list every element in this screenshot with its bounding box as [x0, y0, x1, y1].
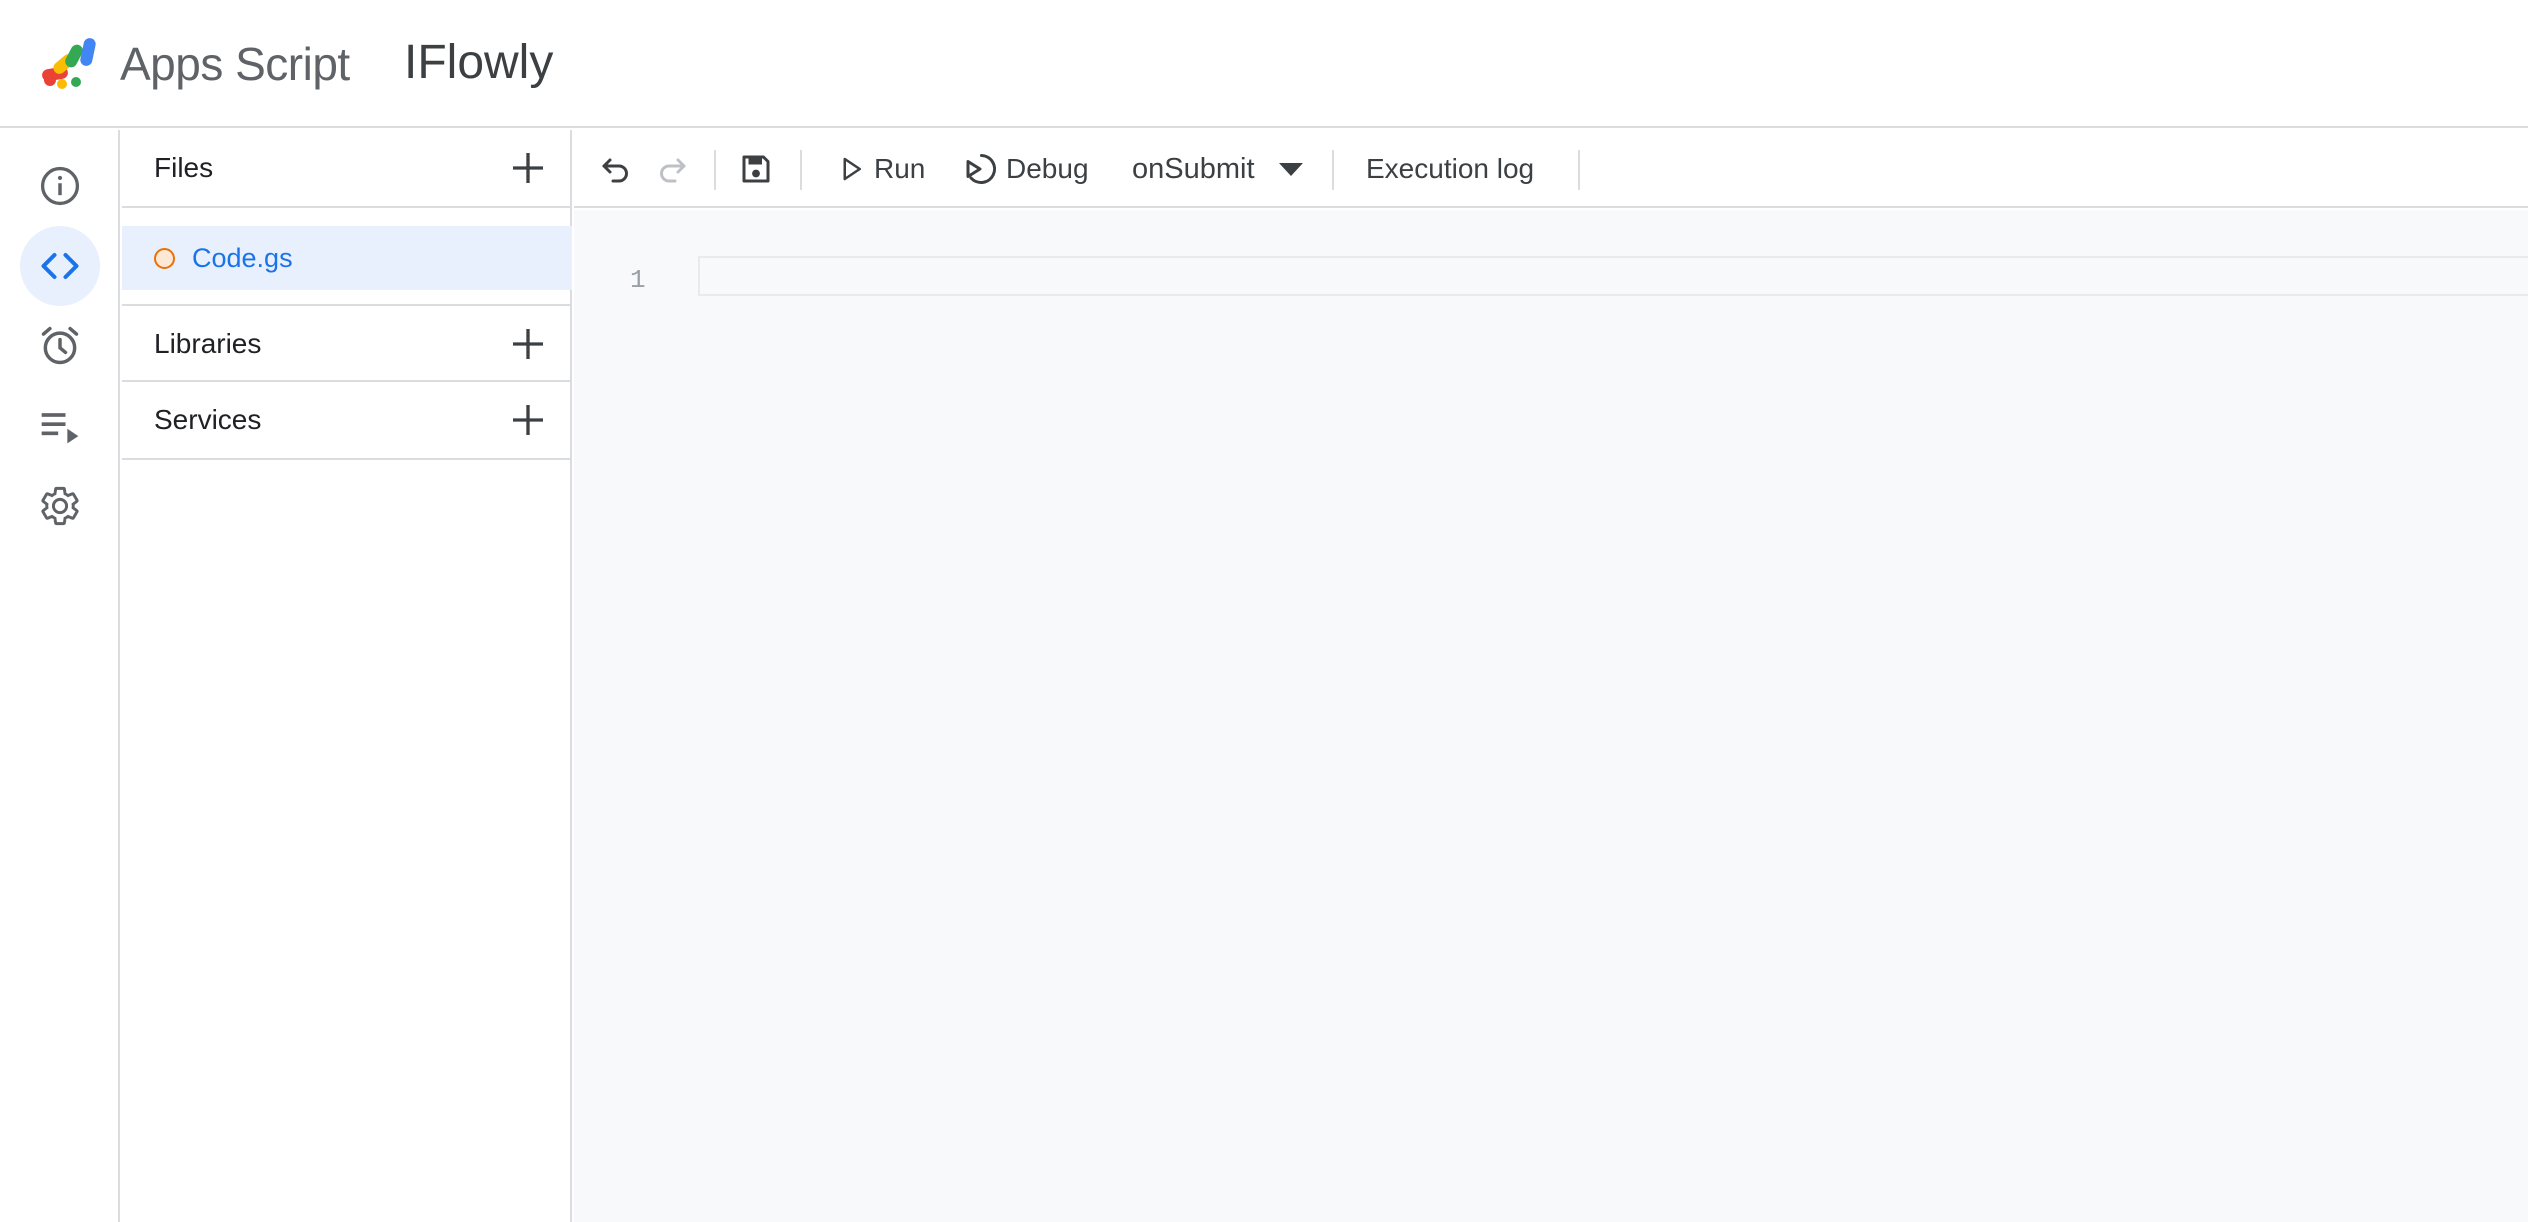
libraries-title: Libraries: [154, 328, 262, 359]
services-section-header: Services: [122, 382, 572, 460]
undo-icon: [602, 158, 628, 183]
dropdown-arrow-icon: [1278, 162, 1303, 176]
run-label: Run: [874, 153, 926, 184]
rail-item-executions[interactable]: [20, 386, 100, 466]
current-line-highlight[interactable]: [698, 256, 2528, 296]
debug-icon: [966, 154, 997, 184]
toolbar-divider: [1578, 150, 1580, 190]
debug-label: Debug: [1006, 153, 1089, 184]
alarm-clock-icon: [41, 326, 79, 365]
toolbar-divider: [714, 150, 716, 190]
file-name: Code.gs: [192, 243, 293, 273]
code-icon: [41, 252, 79, 280]
save-button[interactable]: [738, 144, 774, 194]
code-editor[interactable]: 1: [574, 210, 2528, 1222]
rail-item-editor[interactable]: [20, 226, 100, 306]
debug-button[interactable]: Debug: [962, 144, 1089, 194]
execution-log-label: Execution log: [1366, 153, 1535, 184]
plus-icon: [513, 405, 543, 435]
unsaved-status-dot: [154, 248, 175, 269]
toolbar-divider: [800, 150, 802, 190]
play-icon: [843, 157, 861, 181]
run-button[interactable]: Run: [836, 144, 925, 194]
files-title: Files: [154, 152, 214, 183]
rail-item-triggers[interactable]: [20, 306, 100, 386]
line-number: 1: [630, 265, 646, 295]
files-section-header: Files: [122, 130, 572, 208]
files-panel: Files Code.gs Libraries Services: [122, 130, 572, 1222]
playlist-play-icon: [41, 413, 79, 444]
plus-icon: [513, 153, 543, 183]
rail-item-settings[interactable]: [20, 466, 100, 546]
rail-item-overview[interactable]: [20, 146, 100, 226]
navigation-rail: [0, 130, 120, 1222]
services-title: Services: [154, 404, 262, 435]
gear-icon: [41, 486, 79, 526]
function-select-dropdown[interactable]: onSubmit: [1132, 144, 1303, 194]
add-service-button[interactable]: [502, 394, 554, 446]
redo-icon: [660, 158, 686, 183]
project-title[interactable]: IFlowly: [404, 34, 553, 92]
selected-function-name: onSubmit: [1132, 153, 1255, 185]
toolbar-divider: [1332, 150, 1334, 190]
app-header: Apps Script IFlowly: [0, 0, 2528, 128]
undo-button[interactable]: [598, 144, 634, 194]
info-icon: [40, 166, 80, 206]
apps-script-logo-icon[interactable]: [40, 32, 110, 94]
plus-icon: [513, 329, 543, 359]
editor-toolbar: Run Debug onSubmit Execution log: [574, 130, 2528, 208]
save-icon: [742, 155, 770, 183]
brand-name: Apps Script: [120, 38, 350, 90]
execution-log-button[interactable]: Execution log: [1366, 144, 1534, 194]
add-file-button[interactable]: [502, 142, 554, 194]
libraries-section-header: Libraries: [122, 304, 572, 382]
file-item-code-gs[interactable]: Code.gs: [122, 226, 572, 290]
redo-button[interactable]: [654, 144, 690, 194]
add-library-button[interactable]: [502, 318, 554, 370]
